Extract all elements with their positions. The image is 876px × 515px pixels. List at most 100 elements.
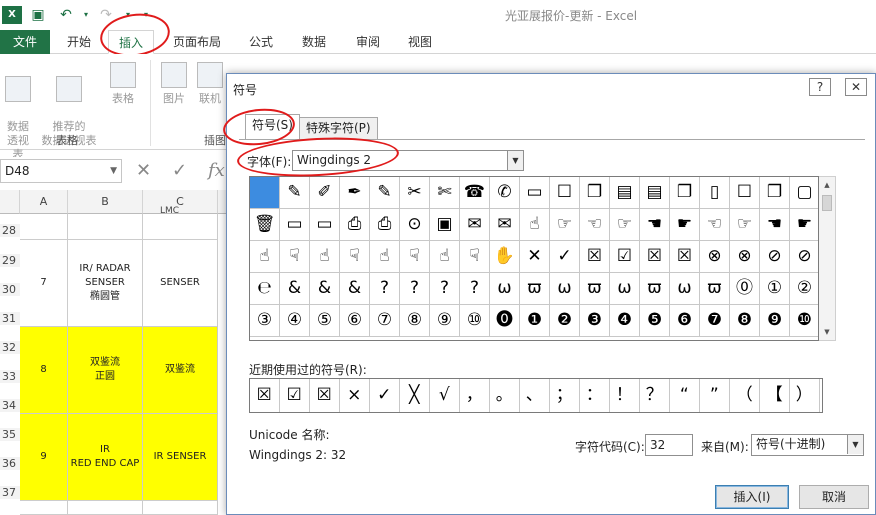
tab-formulas[interactable]: 公式 — [240, 30, 282, 54]
recent-symbol-cell[interactable]: ） — [790, 379, 820, 412]
symbol-cell[interactable]: ☝ — [310, 241, 340, 273]
symbol-cell[interactable]: ☚ — [640, 209, 670, 241]
table-cell[interactable]: 9 — [20, 414, 68, 501]
pictures-button[interactable]: 图片 — [158, 62, 190, 106]
pivot-table-button[interactable]: 数据 透视表 — [2, 62, 34, 162]
scroll-up-icon[interactable]: ▲ — [819, 177, 835, 193]
chevron-down-icon[interactable]: ▼ — [847, 435, 863, 454]
symbol-cell[interactable]: ☝ — [430, 241, 460, 273]
column-header-b[interactable]: B — [68, 190, 143, 214]
symbol-cell[interactable]: ϖ — [700, 273, 730, 305]
symbol-cell[interactable]: ⊘ — [760, 241, 790, 273]
symbol-cell[interactable]: ✓ — [550, 241, 580, 273]
undo-dropdown-icon[interactable]: ▾ — [76, 5, 96, 25]
symbol-cell[interactable]: ⊗ — [700, 241, 730, 273]
symbol-cell[interactable]: ② — [790, 273, 818, 305]
symbol-cell[interactable]: ▭ — [310, 209, 340, 241]
symbol-cell[interactable]: ? — [400, 273, 430, 305]
table-cell[interactable] — [143, 501, 218, 515]
recent-symbol-cell[interactable]: ☒ — [310, 379, 340, 412]
symbol-cell[interactable]: ❼ — [700, 305, 730, 337]
symbol-cell[interactable]: ❾ — [760, 305, 790, 337]
symbol-cell[interactable]: ✎ — [370, 177, 400, 209]
recent-symbol-cell[interactable]: ： — [580, 379, 610, 412]
name-box[interactable]: D48 ▼ — [0, 159, 122, 183]
symbol-cell[interactable]: ω — [550, 273, 580, 305]
symbol-cell[interactable]: ☐ — [730, 177, 760, 209]
symbol-cell[interactable]: ④ — [280, 305, 310, 337]
symbol-cell[interactable]: ☟ — [340, 241, 370, 273]
symbol-cell[interactable]: ☎ — [460, 177, 490, 209]
table-cell[interactable]: 8 — [20, 327, 68, 414]
symbol-cell[interactable]: ❺ — [640, 305, 670, 337]
symbol-cell[interactable]: ▣ — [430, 209, 460, 241]
table-cell[interactable]: IR SENSER — [143, 414, 218, 501]
recent-symbol-cell[interactable]: ☑ — [280, 379, 310, 412]
symbol-cell[interactable]: ▯ — [700, 177, 730, 209]
symbol-cell[interactable]: ? — [430, 273, 460, 305]
symbol-cell[interactable]: ▤ — [610, 177, 640, 209]
table-cell[interactable]: IR RED END CAP — [68, 414, 143, 501]
symbol-cell[interactable]: ✆ — [490, 177, 520, 209]
symbol-cell[interactable] — [250, 177, 280, 209]
recent-symbol-cell[interactable]: ” — [700, 379, 730, 412]
symbol-cell[interactable]: & — [310, 273, 340, 305]
recent-symbol-cell[interactable]: ✓ — [370, 379, 400, 412]
symbol-cell[interactable]: ▤ — [640, 177, 670, 209]
symbol-cell[interactable]: ⓿ — [490, 305, 520, 337]
symbol-cell[interactable]: ☛ — [790, 209, 818, 241]
symbol-cell[interactable]: ▭ — [280, 209, 310, 241]
table-button[interactable]: 表格 — [106, 62, 140, 106]
recent-symbol-cell[interactable]: × — [340, 379, 370, 412]
row-number[interactable]: 28 — [0, 224, 20, 237]
tab-view[interactable]: 视图 — [398, 30, 442, 54]
table-cell[interactable]: 双鉴流 — [143, 327, 218, 414]
row-number[interactable]: 31 — [0, 312, 20, 325]
symbol-cell[interactable]: ❷ — [550, 305, 580, 337]
symbol-cell[interactable]: ✐ — [310, 177, 340, 209]
symbol-cell[interactable]: ❐ — [580, 177, 610, 209]
scroll-down-icon[interactable]: ▼ — [819, 324, 835, 340]
symbol-cell[interactable]: ω — [670, 273, 700, 305]
symbol-cell[interactable]: ω — [490, 273, 520, 305]
table-cell[interactable] — [143, 214, 218, 240]
close-button[interactable]: ✕ — [845, 78, 867, 96]
recent-symbol-cell[interactable]: √ — [430, 379, 460, 412]
symbol-cell[interactable]: ❽ — [730, 305, 760, 337]
symbol-cell[interactable]: & — [280, 273, 310, 305]
symbol-cell[interactable]: ☜ — [700, 209, 730, 241]
symbol-cell[interactable]: ϖ — [640, 273, 670, 305]
symbol-cell[interactable]: 🗑 — [250, 209, 280, 241]
row-number[interactable]: 34 — [0, 399, 20, 412]
symbol-cell[interactable]: ω — [610, 273, 640, 305]
recent-symbol-cell[interactable]: ╳ — [400, 379, 430, 412]
symbol-cell[interactable]: ✉ — [460, 209, 490, 241]
symbol-grid-scrollbar[interactable]: ▲ ▼ — [819, 176, 836, 341]
symbol-cell[interactable]: ⊙ — [400, 209, 430, 241]
symbol-cell[interactable]: ⓪ — [730, 273, 760, 305]
undo-icon[interactable]: ↶ — [56, 5, 76, 25]
column-header-c[interactable]: C — [143, 190, 218, 214]
row-number[interactable]: 36 — [0, 457, 20, 470]
symbol-cell[interactable]: ☒ — [640, 241, 670, 273]
symbol-cell[interactable]: ✉ — [490, 209, 520, 241]
symbol-cell[interactable]: ☝ — [370, 241, 400, 273]
row-number[interactable]: 29 — [0, 254, 20, 267]
tab-page-layout[interactable]: 页面布局 — [164, 30, 230, 54]
recent-symbol-cell[interactable]: ☒ — [250, 379, 280, 412]
table-cell[interactable]: 双鉴流 正圆 — [68, 327, 143, 414]
symbol-cell[interactable]: ✕ — [520, 241, 550, 273]
table-cell[interactable] — [68, 501, 143, 515]
symbol-cell[interactable]: ☐ — [550, 177, 580, 209]
insert-function-icon[interactable]: fx — [208, 160, 225, 181]
row-number[interactable]: 30 — [0, 283, 20, 296]
select-all-corner[interactable] — [0, 190, 20, 214]
column-header-a[interactable]: A — [20, 190, 68, 214]
symbol-cell[interactable]: ⎙ — [340, 209, 370, 241]
symbol-cell[interactable]: ☟ — [400, 241, 430, 273]
symbol-cell[interactable]: ☚ — [760, 209, 790, 241]
symbol-cell[interactable]: ① — [760, 273, 790, 305]
cancel-button[interactable]: 取消 — [799, 485, 869, 509]
recent-symbol-cell[interactable]: （ — [730, 379, 760, 412]
recent-symbol-cell[interactable]: 、 — [520, 379, 550, 412]
